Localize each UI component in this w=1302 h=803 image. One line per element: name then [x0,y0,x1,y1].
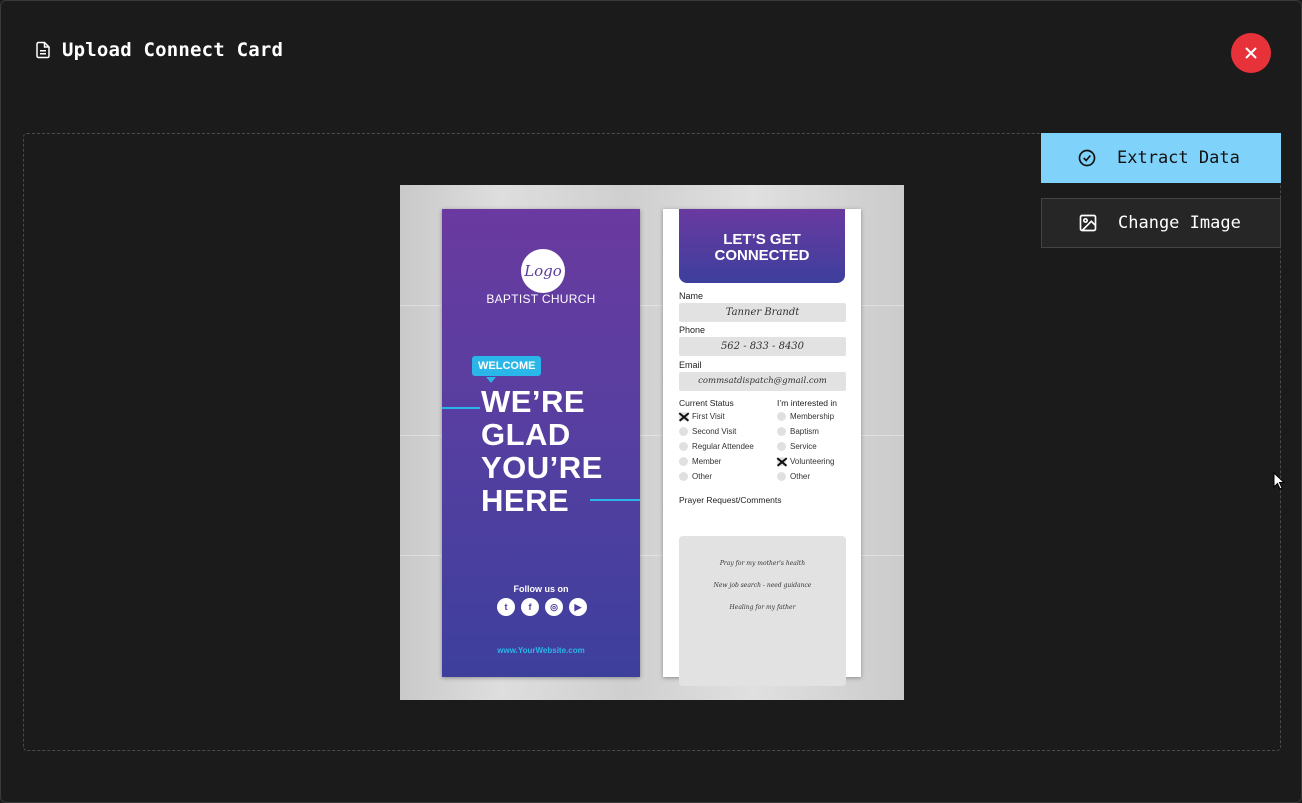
checkbox [777,472,786,481]
modal-header: Upload Connect Card [34,39,283,61]
connect-card-image: Logo BAPTIST CHURCH WELCOME WE’RE GLAD Y… [400,185,904,700]
interest-option-label: Membership [790,412,835,421]
checkbox [777,412,786,421]
accent-line [590,499,640,501]
interest-label: I’m interested in [777,398,837,408]
email-label: Email [679,360,702,370]
card-back: LET’S GET CONNECTED Name Tanner Brandt P… [663,209,861,686]
church-logo: Logo [521,249,565,293]
name-label: Name [679,291,704,301]
document-icon [36,41,50,59]
welcome-headline: WE’RE GLAD YOU’RE HERE [481,385,603,517]
status-option: Second Visit [679,427,736,436]
status-option: Regular Attendee [679,442,754,451]
prayer-label: Prayer Request/Comments [679,495,782,505]
status-option: Member [679,457,721,466]
checkbox [679,472,688,481]
facebook-icon: f [521,598,539,616]
card-back-heading: LET’S GET CONNECTED [679,209,845,283]
checkbox-checked [679,412,688,421]
instagram-icon: ◎ [545,598,563,616]
close-icon [1245,47,1257,59]
current-status-label: Current Status [679,398,734,408]
status-option-label: Other [692,472,713,481]
social-icons: t f ◎ ▶ [497,598,587,616]
status-option-label: Regular Attendee [692,442,754,451]
card-front: Logo BAPTIST CHURCH WELCOME WE’RE GLAD Y… [442,209,640,677]
status-option: Other [679,472,712,481]
headline-line: YOU’RE [481,450,603,485]
prayer-line: Pray for my mother's health [719,560,806,567]
welcome-badge: WELCOME [472,356,542,376]
checkbox [777,427,786,436]
status-option-label: First Visit [692,412,725,421]
status-option-label: Member [692,457,722,466]
youtube-icon: ▶ [569,598,587,616]
interest-option-label: Service [790,442,817,451]
welcome-badge-tail [486,377,496,383]
name-value: Tanner Brandt [679,303,846,322]
headline-line: WE’RE [481,384,586,419]
headline-line: GLAD [481,417,571,452]
extract-data-button[interactable]: Extract Data [1041,133,1281,183]
church-name: BAPTIST CHURCH [486,292,596,306]
change-image-button[interactable]: Change Image [1041,198,1281,248]
heading-line: LET’S GET [723,231,801,248]
email-value: commsatdispatch@gmail.com [679,372,846,391]
headline-line: HERE [481,483,570,518]
heading-line: CONNECTED [714,247,810,264]
mouse-cursor-icon [1273,472,1286,490]
checkbox [679,457,688,466]
checkbox [777,442,786,451]
interest-option: Membership [777,412,834,421]
image-icon [1079,214,1097,232]
check-circle-icon [1078,149,1096,167]
close-button[interactable] [1231,33,1271,73]
interest-option: Volunteering [777,457,834,466]
status-option-label: Second Visit [692,427,737,436]
extract-data-label: Extract Data [1117,148,1240,168]
interest-option-label: Volunteering [790,457,835,466]
prayer-line: New job search - need guidance [713,582,812,589]
interest-option: Baptism [777,427,819,436]
interest-option: Service [777,442,817,451]
accent-line [442,407,480,409]
phone-value: 562 - 833 - 8430 [679,337,846,356]
follow-us-text: Follow us on [513,584,569,594]
modal-title: Upload Connect Card [62,39,284,61]
twitter-icon: t [497,598,515,616]
phone-label: Phone [679,325,706,335]
interest-option-label: Other [790,472,811,481]
status-option: First Visit [679,412,725,421]
prayer-line: Healing for my father [729,604,796,611]
upload-connect-card-modal: Upload Connect Card Extract Data Change … [0,0,1302,803]
website-url: www.YourWebsite.com [497,646,585,655]
checkbox [679,427,688,436]
checkbox [679,442,688,451]
prayer-comments-box: Pray for my mother's health New job sear… [679,536,846,686]
interest-option: Other [777,472,810,481]
change-image-label: Change Image [1118,213,1241,233]
checkbox-checked [777,457,786,466]
interest-option-label: Baptism [790,427,819,436]
